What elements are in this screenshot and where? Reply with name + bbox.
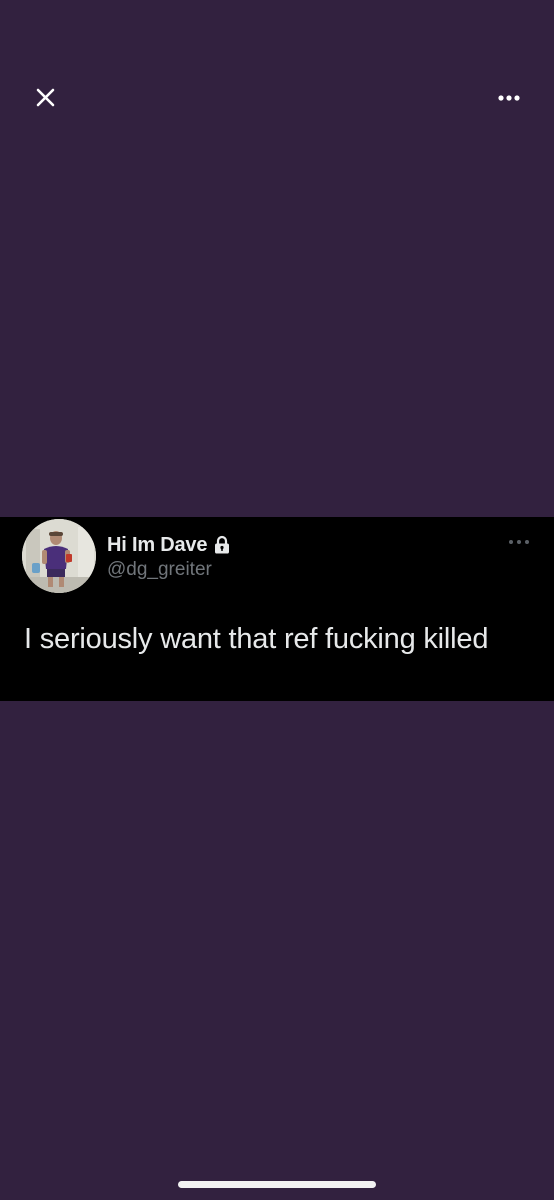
more-horizontal-icon (498, 95, 520, 101)
profile-photo (22, 519, 96, 593)
tweet-card: Hi Im Dave @dg_greiter I seriously want … (0, 517, 554, 701)
display-name: Hi Im Dave (107, 533, 208, 556)
more-options-button[interactable] (488, 82, 528, 112)
display-name-row[interactable]: Hi Im Dave (107, 534, 231, 556)
close-button[interactable] (28, 80, 62, 114)
tweet-text: I seriously want that ref fucking killed (24, 623, 489, 655)
avatar[interactable] (22, 519, 96, 593)
user-handle[interactable]: @dg_greiter (107, 559, 212, 581)
home-indicator[interactable] (178, 1181, 376, 1188)
lock-icon (215, 535, 230, 554)
more-horizontal-icon (509, 540, 529, 544)
close-icon (36, 88, 55, 107)
media-viewer-top-bar (0, 0, 554, 140)
tweet-more-button[interactable] (504, 535, 534, 549)
